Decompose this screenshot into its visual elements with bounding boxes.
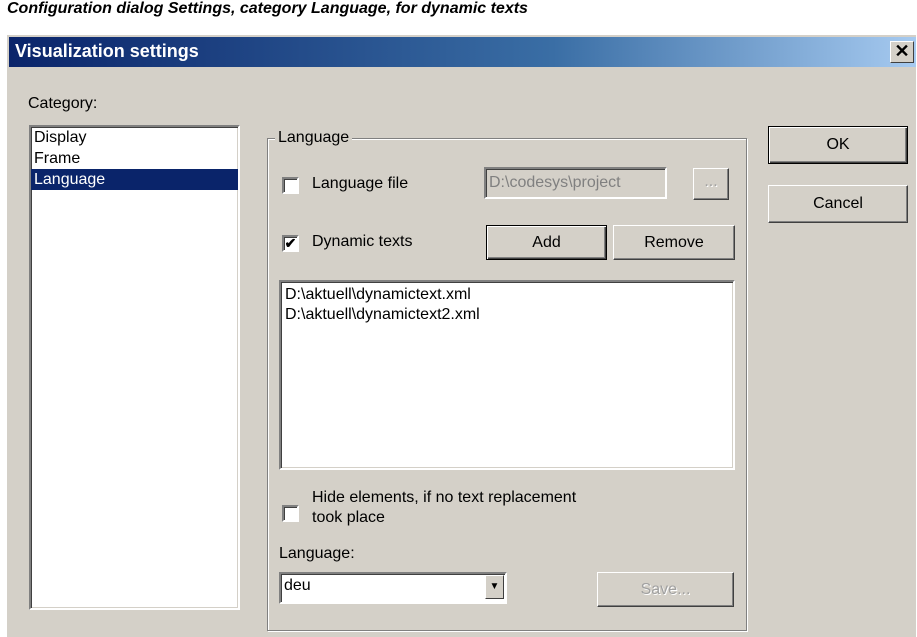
category-label: Category:	[28, 95, 98, 112]
language-select[interactable]: deu ▼	[279, 572, 507, 604]
file-list-item[interactable]: D:\aktuell\dynamictext.xml	[281, 285, 733, 305]
hide-elements-label-line1: Hide elements, if no text replacement	[312, 489, 577, 506]
dynamic-texts-checkbox[interactable]: ✔	[282, 235, 299, 252]
remove-button[interactable]: Remove	[613, 225, 735, 260]
category-item-display[interactable]: Display	[31, 127, 238, 148]
ok-button[interactable]: OK	[768, 126, 908, 164]
close-icon[interactable]: ✕	[890, 41, 914, 63]
language-file-label: Language file	[312, 175, 409, 192]
cancel-button[interactable]: Cancel	[768, 185, 908, 223]
language-group-legend: Language	[275, 129, 353, 147]
dynamic-text-file-list[interactable]: D:\aktuell\dynamictext.xml D:\aktuell\dy…	[279, 280, 735, 470]
category-list[interactable]: Display Frame Language	[29, 125, 240, 610]
hide-elements-checkbox[interactable]	[282, 505, 299, 522]
hide-elements-label-line2: took place	[312, 509, 385, 526]
add-button[interactable]: Add	[486, 225, 607, 260]
category-item-frame[interactable]: Frame	[31, 148, 238, 169]
browse-button[interactable]: ...	[693, 168, 729, 200]
window-title: Visualization settings	[15, 41, 199, 61]
language-file-path-field[interactable]: D:\codesys\project	[484, 167, 667, 199]
language-file-checkbox[interactable]	[282, 177, 299, 194]
file-list-item[interactable]: D:\aktuell\dynamictext2.xml	[281, 305, 733, 325]
save-button[interactable]: Save...	[597, 572, 734, 607]
category-item-language[interactable]: Language	[31, 169, 238, 190]
title-bar[interactable]: Visualization settings ✕	[9, 37, 916, 67]
language-select-value: deu	[284, 577, 311, 594]
dynamic-texts-label: Dynamic texts	[312, 233, 413, 250]
language-select-label: Language:	[279, 545, 355, 562]
chevron-down-icon[interactable]: ▼	[485, 575, 504, 599]
visualization-settings-dialog: Visualization settings ✕ Category: Displ…	[6, 34, 916, 637]
figure-caption: Configuration dialog Settings, category …	[7, 0, 528, 17]
